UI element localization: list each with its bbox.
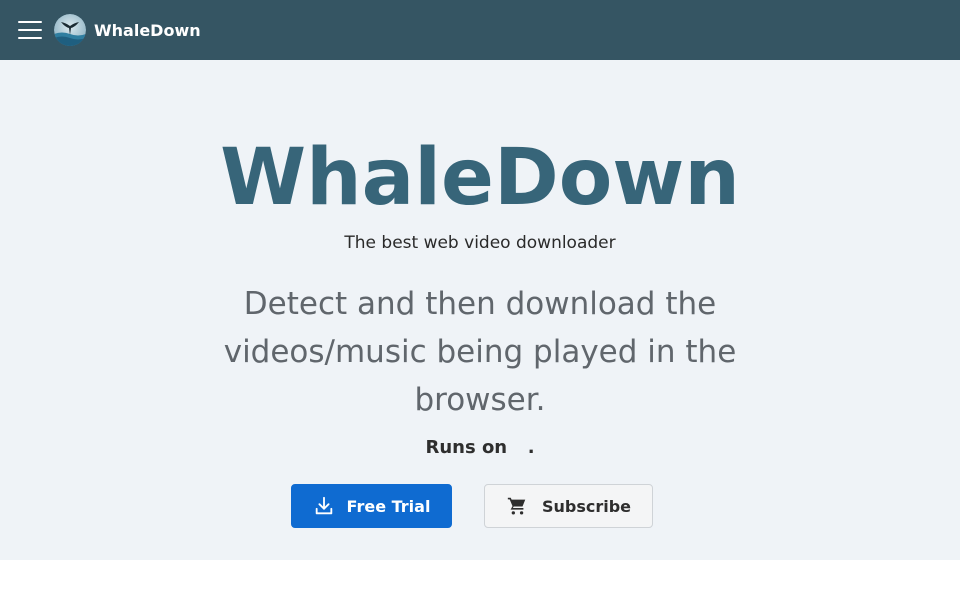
hamburger-menu-icon[interactable]	[18, 21, 42, 39]
navbar: WhaleDown	[0, 0, 960, 60]
hero-tagline: The best web video downloader	[344, 233, 616, 253]
runs-on-label: Runs on	[425, 437, 508, 458]
runs-on-suffix: .	[527, 437, 535, 458]
hero-section: WhaleDown The best web video downloader …	[0, 60, 960, 560]
hero-description: Detect and then download the videos/musi…	[223, 286, 737, 418]
whale-tail-logo	[54, 14, 86, 46]
hero-title: WhaleDown	[220, 133, 740, 223]
subscribe-button[interactable]: Subscribe	[484, 484, 653, 528]
download-icon	[313, 495, 335, 517]
brand-link[interactable]: WhaleDown	[54, 14, 201, 46]
free-trial-label: Free Trial	[346, 496, 431, 516]
subscribe-label: Subscribe	[541, 496, 632, 516]
runs-on-line: Runs on .	[0, 437, 960, 458]
cart-icon	[506, 495, 528, 517]
free-trial-button[interactable]: Free Trial	[291, 484, 452, 528]
brand-name: WhaleDown	[94, 20, 201, 40]
